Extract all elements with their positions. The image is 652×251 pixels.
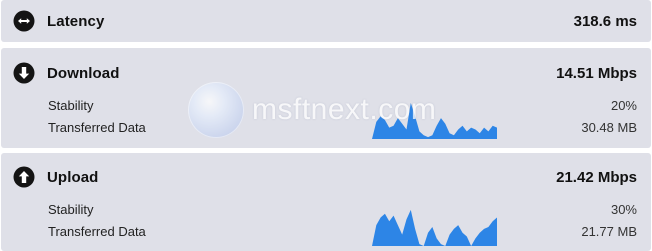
- left-right-arrows-icon: [13, 10, 35, 32]
- upload-stability-row: Stability 30%: [48, 199, 637, 219]
- latency-panel: Latency 318.6 ms: [1, 0, 651, 42]
- download-panel: Download 14.51 Mbps Stability 20% Transf…: [1, 48, 651, 148]
- upload-graph-area: [372, 209, 497, 246]
- upload-stability-value: 30%: [610, 201, 637, 217]
- download-activity-graph: [372, 102, 497, 139]
- up-arrow-icon: [13, 166, 35, 188]
- upload-transferred-label: Transferred Data: [48, 223, 146, 239]
- latency-header: Latency 318.6 ms: [13, 9, 637, 33]
- download-stability-label: Stability: [48, 97, 94, 113]
- upload-panel: Upload 21.42 Mbps Stability 30% Transfer…: [1, 153, 651, 251]
- download-stability-row: Stability 20%: [48, 95, 637, 115]
- network-stats-view: Latency 318.6 ms Download 14.51 Mbps Sta…: [0, 0, 652, 251]
- upload-transferred-row: Transferred Data 21.77 MB: [48, 221, 637, 241]
- download-graph-area: [372, 102, 497, 139]
- upload-transferred-value: 21.77 MB: [581, 223, 637, 239]
- upload-header: Upload 21.42 Mbps: [13, 165, 637, 189]
- download-transferred-row: Transferred Data 30.48 MB: [48, 117, 637, 137]
- download-transferred-label: Transferred Data: [48, 119, 146, 135]
- upload-speed-value: 21.42 Mbps: [556, 168, 637, 186]
- upload-label: Upload: [47, 168, 99, 186]
- upload-stability-label: Stability: [48, 201, 94, 217]
- download-speed-value: 14.51 Mbps: [556, 64, 637, 82]
- upload-activity-graph: [372, 209, 497, 246]
- latency-label: Latency: [47, 12, 105, 30]
- down-arrow-icon: [13, 62, 35, 84]
- download-label: Download: [47, 64, 120, 82]
- download-header: Download 14.51 Mbps: [13, 61, 637, 85]
- latency-value: 318.6 ms: [573, 12, 637, 30]
- download-stability-value: 20%: [610, 97, 637, 113]
- download-transferred-value: 30.48 MB: [581, 119, 637, 135]
